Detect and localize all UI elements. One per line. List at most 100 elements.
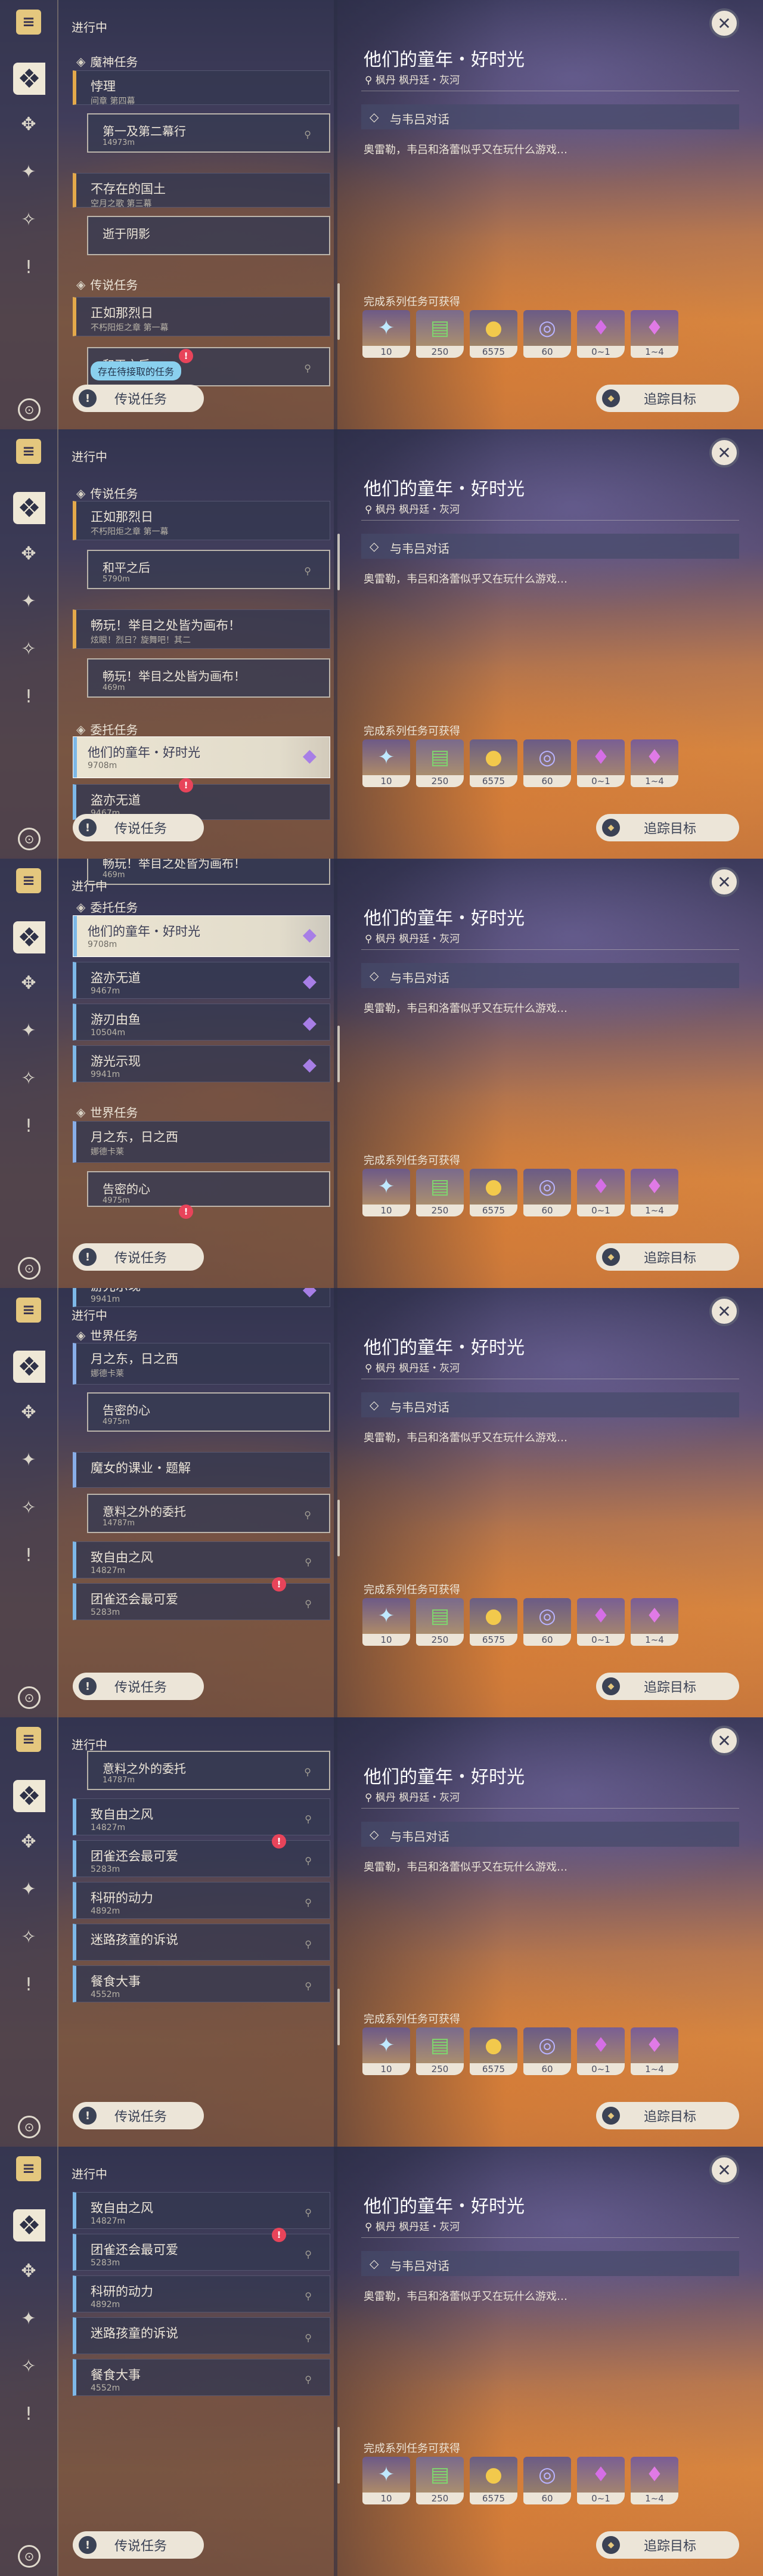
world-quest-icon[interactable]: ✦ [17, 1018, 41, 1042]
archon-quest-icon[interactable]: ✥ [17, 971, 41, 995]
commission-icon[interactable]: ✧ [17, 208, 41, 231]
quest-item[interactable]: 游光示现9941m ◆ [73, 1045, 330, 1082]
world-quest-icon[interactable]: ✦ [17, 1877, 41, 1901]
quest-item[interactable]: 不存在的国土 空月之歌 第三幕 [73, 173, 330, 209]
quest-item[interactable]: 致自由之风 14827m ⚲ [73, 2192, 330, 2229]
event-icon[interactable]: ! [17, 1543, 41, 1567]
reward-item[interactable]: ♦ 0~1 [577, 2457, 625, 2504]
all-quests-icon[interactable]: ❖ [13, 1351, 45, 1383]
reward-item[interactable]: ● 6575 [470, 2027, 517, 2075]
track-target-button[interactable]: ◆ 追踪目标 [596, 1243, 739, 1271]
reward-item[interactable]: ♦ 0~1 [577, 1169, 625, 1216]
close-button[interactable]: ✕ [709, 438, 739, 467]
reward-item[interactable]: ▤ 250 [416, 1169, 464, 1216]
reward-item[interactable]: ● 6575 [470, 310, 517, 358]
quest-item[interactable]: 游刃由鱼 10504m ◆ [73, 1004, 330, 1041]
event-icon[interactable]: ! [17, 255, 41, 279]
quest-item[interactable]: 魔女的课业・题解 [73, 1452, 330, 1488]
track-target-button[interactable]: ◆ 追踪目标 [596, 1673, 739, 1700]
quest-item[interactable]: 他们的童年・好时光 9708m ◆ [73, 736, 330, 778]
quest-item[interactable]: 餐食大事 4552m ⚲ [73, 2359, 330, 2396]
quest-item[interactable]: 致自由之风 14827m ⚲ [73, 1541, 330, 1578]
close-button[interactable]: ✕ [709, 1296, 739, 1326]
quest-item[interactable]: 科研的动力 4892m ⚲ [73, 1882, 330, 1919]
archon-quest-icon[interactable]: ✥ [17, 112, 41, 136]
reward-item[interactable]: ✦ 10 [362, 739, 410, 787]
quest-book-icon[interactable]: ≡ [16, 2156, 41, 2181]
all-quests-icon[interactable]: ❖ [13, 1780, 45, 1812]
quest-item[interactable]: 月之东，日之西 娜德卡莱 [73, 1343, 330, 1385]
reward-item[interactable]: ♦ 0~1 [577, 1598, 625, 1646]
track-target-button[interactable]: ◆ 追踪目标 [596, 814, 739, 841]
legend-quest-button[interactable]: ! 传说任务 [73, 385, 204, 412]
quest-item[interactable]: 悖理 间章 第四幕 [73, 70, 330, 106]
legend-quest-button[interactable]: ! 传说任务 [73, 814, 204, 841]
all-quests-icon[interactable]: ❖ [13, 921, 45, 953]
world-quest-icon[interactable]: ✦ [17, 1448, 41, 1472]
quest-item[interactable]: 告密的心 4975m [87, 1392, 330, 1432]
reward-item[interactable]: ▤ 250 [416, 1598, 464, 1646]
event-icon[interactable]: ! [17, 1973, 41, 1996]
quest-book-icon[interactable]: ≡ [16, 439, 41, 464]
quest-item[interactable]: 月之东，日之西 娜德卡莱 [73, 1121, 330, 1163]
reward-item[interactable]: ● 6575 [470, 2457, 517, 2504]
navigation-icon[interactable]: ⊙ [18, 2116, 41, 2138]
all-quests-icon[interactable]: ❖ [13, 63, 45, 95]
reward-item[interactable]: ♦ 1~4 [631, 2027, 678, 2075]
event-icon[interactable]: ! [17, 2402, 41, 2426]
reward-item[interactable]: ▤ 250 [416, 2027, 464, 2075]
quest-item[interactable]: 他们的童年・好时光 9708m ◆ [73, 915, 330, 957]
close-button[interactable]: ✕ [709, 8, 739, 38]
quest-book-icon[interactable]: ≡ [16, 1298, 41, 1323]
reward-item[interactable]: ♦ 0~1 [577, 739, 625, 787]
reward-item[interactable]: ▤ 250 [416, 739, 464, 787]
list-scrollbar[interactable] [337, 1500, 340, 1556]
quest-item[interactable]: 团雀还会最可爱 5283m ⚲ [73, 1840, 330, 1877]
quest-item[interactable]: 餐食大事 4552m ⚲ [73, 1965, 330, 2002]
quest-book-icon[interactable]: ≡ [16, 1727, 41, 1752]
reward-item[interactable]: ● 6575 [470, 739, 517, 787]
list-scrollbar[interactable] [337, 2427, 340, 2484]
quest-item[interactable]: 团雀还会最可爱 5283m ⚲ [73, 1583, 330, 1620]
track-target-button[interactable]: ◆ 追踪目标 [596, 2531, 739, 2559]
reward-item[interactable]: ✦ 10 [362, 2457, 410, 2504]
reward-item[interactable]: ♦ 0~1 [577, 2027, 625, 2075]
reward-item[interactable]: ♦ 0~1 [577, 310, 625, 358]
track-target-button[interactable]: ◆ 追踪目标 [596, 385, 739, 412]
quest-item[interactable]: 迷路孩童的诉说 ⚲ [73, 1924, 330, 1961]
reward-item[interactable]: ● 6575 [470, 1598, 517, 1646]
event-icon[interactable]: ! [17, 685, 41, 708]
commission-icon[interactable]: ✧ [17, 2354, 41, 2378]
legend-quest-button[interactable]: ! 传说任务 [73, 2102, 204, 2129]
list-scrollbar[interactable] [337, 283, 340, 340]
reward-item[interactable]: ✦ 10 [362, 310, 410, 358]
reward-item[interactable]: ♦ 1~4 [631, 1598, 678, 1646]
quest-item[interactable]: 畅玩！举目之处皆为画布！ 炫眼！烈日？旋舞吧！其二 [73, 609, 330, 649]
quest-item[interactable]: 盗亦无道 9467m ◆ [73, 962, 330, 999]
navigation-icon[interactable]: ⊙ [18, 828, 41, 850]
quest-item[interactable]: 迷路孩童的诉说 ⚲ [73, 2317, 330, 2354]
quest-item[interactable]: 畅玩！举目之处皆为画布！ 469m [87, 658, 330, 698]
reward-item[interactable]: ◎ 60 [523, 1169, 571, 1216]
list-scrollbar[interactable] [337, 1026, 340, 1082]
quest-item[interactable]: 正如那烈日 不朽阳炬之章 第一幕 [73, 297, 330, 336]
commission-icon[interactable]: ✧ [17, 1925, 41, 1949]
quest-item[interactable]: 正如那烈日 不朽阳炬之章 第一幕 [73, 501, 330, 540]
quest-item[interactable]: 致自由之风 14827m ⚲ [73, 1798, 330, 1835]
all-quests-icon[interactable]: ❖ [13, 492, 45, 524]
quest-item[interactable]: 意料之外的委托 14787m ⚲ [87, 1751, 330, 1790]
archon-quest-icon[interactable]: ✥ [17, 541, 41, 565]
reward-item[interactable]: ● 6575 [470, 1169, 517, 1216]
reward-item[interactable]: ▤ 250 [416, 310, 464, 358]
quest-book-icon[interactable]: ≡ [16, 868, 41, 893]
reward-item[interactable]: ▤ 250 [416, 2457, 464, 2504]
commission-icon[interactable]: ✧ [17, 1496, 41, 1519]
reward-item[interactable]: ◎ 60 [523, 1598, 571, 1646]
reward-item[interactable]: ◎ 60 [523, 2457, 571, 2504]
quest-item[interactable]: 告密的心 4975m [87, 1171, 330, 1207]
commission-icon[interactable]: ✧ [17, 1066, 41, 1090]
reward-item[interactable]: ♦ 1~4 [631, 2457, 678, 2504]
world-quest-icon[interactable]: ✦ [17, 589, 41, 613]
quest-item[interactable]: 逝于阴影 [87, 216, 330, 255]
reward-item[interactable]: ✦ 10 [362, 1169, 410, 1216]
